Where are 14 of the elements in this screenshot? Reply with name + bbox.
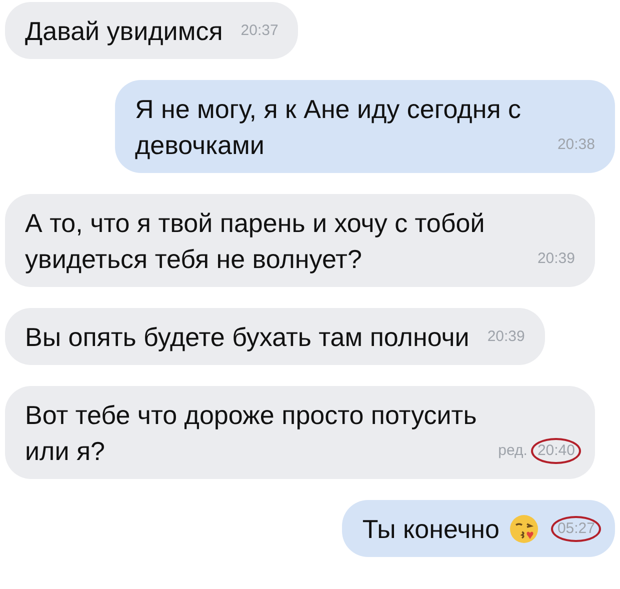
message-time: 20:38 [556, 135, 596, 155]
message-time: 20:39 [486, 327, 526, 347]
message-text: Вот тебе что дороже просто потусить или я? [25, 399, 478, 468]
message-time: 20:39 [536, 249, 576, 269]
message-text: Давай увидимся [25, 15, 223, 48]
message-time: 20:37 [240, 21, 280, 41]
circled-time: 05:27 [551, 516, 601, 542]
circled-time: 20:40 [531, 438, 581, 464]
message-text: Ты конечно [362, 513, 500, 546]
message-text: Вы опять будете бухать там полночи [25, 321, 470, 354]
edited-label: ред. [498, 442, 528, 460]
message-text: Я не могу, я к Ане иду сегодня с девочками [135, 93, 522, 162]
message-text: А то, что я твой парень и хочу с тобой увидеться тебя не волнует? [25, 207, 486, 276]
kissing-face-icon [509, 514, 540, 544]
